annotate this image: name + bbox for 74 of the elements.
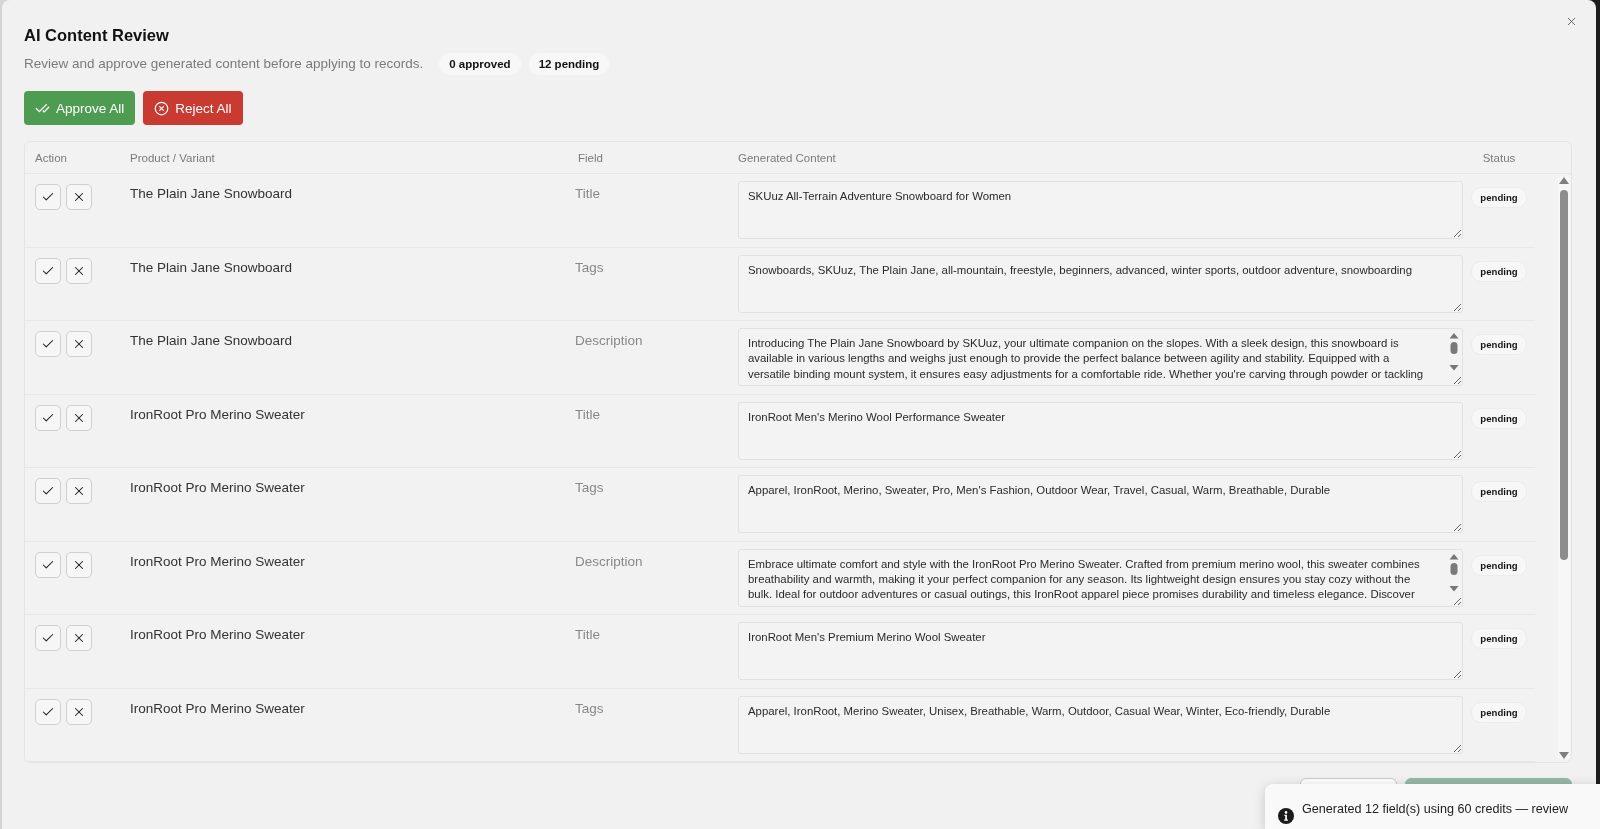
check-icon: [41, 631, 55, 645]
product-name: The Plain Jane Snowboard: [130, 333, 293, 349]
field-name: Tags: [575, 700, 604, 717]
approve-button[interactable]: [35, 184, 61, 210]
status-badge: pending: [1471, 554, 1527, 576]
field-name: Tags: [575, 259, 604, 276]
dialog-subtitle: Review and approve generated content before applying to records.: [24, 55, 424, 73]
reject-button[interactable]: [66, 698, 92, 725]
content-field[interactable]: IronRoot Men's Premium Merino Wool Sweater: [738, 622, 1463, 680]
status-badge: pending: [1471, 407, 1527, 429]
circle-x-icon: [154, 100, 170, 116]
status-badge: pending: [1471, 701, 1527, 723]
content-field[interactable]: Snowboards, SKUuz, The Plain Jane, all-mountain, freestyle, beginners, advanced, winter sports, outdoor adventure, snowboarding: [738, 254, 1463, 313]
field-name: Title: [575, 186, 600, 202]
approve-button[interactable]: [35, 551, 61, 578]
field-name: Title: [575, 627, 600, 643]
reject-all-button[interactable]: Reject All: [143, 91, 243, 125]
x-icon: [72, 631, 86, 645]
reject-button[interactable]: [66, 551, 92, 578]
x-icon: [72, 337, 86, 351]
product-name: The Plain Jane Snowboard: [130, 186, 293, 202]
toast-message: Generated 12 field(s) using 60 credits — review: [1302, 801, 1568, 818]
column-header: Generated Content: [738, 151, 836, 164]
reject-button[interactable]: [66, 404, 92, 431]
count-badge: 0 approved: [439, 53, 521, 75]
approve-button[interactable]: [35, 331, 61, 357]
approve-button[interactable]: [35, 625, 61, 651]
status-badge: pending: [1471, 334, 1527, 355]
product-name: The Plain Jane Snowboard: [130, 259, 293, 276]
reject-button[interactable]: [66, 331, 92, 357]
product-name: IronRoot Pro Merino Sweater: [130, 700, 305, 717]
content-field[interactable]: Introducing The Plain Jane Snowboard by SKUuz, your ultimate companion on the slopes. With a sleek design, this snowboard is available in various lengths and weighs just enough to provide the perfect balance between agility and stability. Equipped with a versatile binding mount system, it ensures easy adjustments for a comfortable ride. Whether you're carving through powder or tackling: [738, 328, 1463, 386]
field-name: Description: [575, 553, 643, 570]
column-header: Product / Variant: [130, 151, 215, 164]
content-field[interactable]: Apparel, IronRoot, Merino, Sweater, Pro, Men's Fashion, Outdoor Wear, Travel, Casual, Warm, Breathable, Durable: [738, 475, 1463, 533]
product-name: IronRoot Pro Merino Sweater: [130, 553, 305, 570]
reject-button[interactable]: [66, 478, 92, 504]
reject-button[interactable]: [66, 184, 92, 210]
reject-button[interactable]: [66, 257, 92, 284]
scroll-up-icon[interactable]: [1559, 177, 1569, 184]
content-field[interactable]: IronRoot Men's Merino Wool Performance Sweater: [738, 401, 1463, 460]
field-name: Description: [575, 333, 643, 349]
approve-button[interactable]: [35, 257, 61, 284]
approve-button[interactable]: [35, 698, 61, 725]
check-icon: [41, 484, 55, 498]
product-name: IronRoot Pro Merino Sweater: [130, 406, 305, 423]
reject-button[interactable]: [66, 625, 92, 651]
content-field[interactable]: Apparel, IronRoot, Merino Sweater, Unisex, Breathable, Warm, Outdoor, Casual Wear, Winter, Eco-friendly, Durable: [738, 695, 1463, 754]
check-icon: [41, 190, 55, 204]
status-badge: pending: [1471, 187, 1527, 208]
content-field[interactable]: SKUuz All-Terrain Adventure Snowboard for Women: [738, 181, 1463, 239]
x-icon: [72, 190, 86, 204]
textarea-scrollbar[interactable]: [1448, 552, 1460, 593]
check-icon: [41, 337, 55, 351]
scrollbar-thumb[interactable]: [1560, 190, 1568, 560]
approve-button[interactable]: [35, 404, 61, 431]
info-icon: [1278, 808, 1294, 824]
scroll-down-icon[interactable]: [1559, 752, 1569, 759]
count-badge: 12 pending: [528, 53, 610, 75]
product-name: IronRoot Pro Merino Sweater: [130, 480, 305, 496]
content-field[interactable]: Embrace ultimate comfort and style with the IronRoot Pro Merino Sweater. Crafted from premium merino wool, this sweater combines breathability and warmth, making it your perfect companion for any season. Its lightweight design ensures you stay cozy without the bulk. Ideal for outdoor adventures or casual outings, this IronRoot apparel piece promises durability and timeless elegance. Discover: [738, 548, 1463, 607]
status-badge: pending: [1471, 260, 1527, 282]
column-header: Field: [577, 151, 603, 164]
approve-button[interactable]: [35, 478, 61, 504]
product-name: IronRoot Pro Merino Sweater: [130, 627, 305, 643]
column-header: Status: [1482, 151, 1516, 164]
dialog-title: AI Content Review: [24, 25, 169, 46]
status-badge: pending: [1471, 481, 1527, 502]
status-badge: pending: [1471, 628, 1527, 649]
x-icon: [72, 484, 86, 498]
field-name: Tags: [575, 480, 604, 496]
column-header: Action: [35, 151, 67, 164]
textarea-scrollbar[interactable]: [1448, 332, 1460, 372]
field-name: Title: [575, 406, 600, 423]
